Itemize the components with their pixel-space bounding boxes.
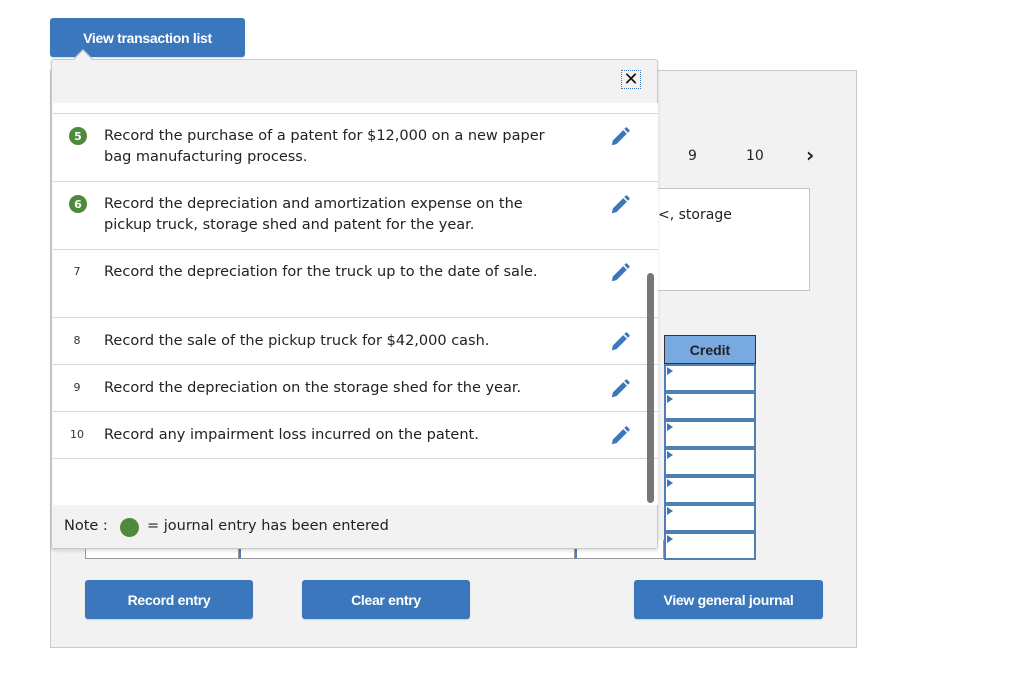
credit-input[interactable] [664, 420, 756, 448]
view-general-journal-button[interactable]: View general journal [634, 580, 823, 619]
cell-marker-icon [667, 395, 673, 403]
popup-pointer-fill [74, 51, 92, 60]
transaction-row[interactable]: 6 Record the depreciation and amortizatio… [53, 182, 658, 250]
note-text: = journal entry has been entered [147, 518, 389, 534]
transaction-text: Record any impairment loss incurred on t… [104, 427, 479, 443]
pencil-icon[interactable] [609, 262, 631, 284]
cell-marker-icon [667, 535, 673, 543]
transaction-row[interactable]: 5 Record the purchase of a patent for $12… [53, 114, 658, 182]
transaction-text: Record the depreciation for the truck up… [104, 264, 538, 280]
transaction-number: 8 [73, 334, 81, 347]
transaction-text: Record the depreciation on the storage s… [104, 380, 522, 396]
chevron-right-icon[interactable]: › [806, 143, 814, 167]
pencil-icon[interactable] [609, 194, 631, 216]
cell-marker-icon [667, 451, 673, 459]
cell-marker-icon [667, 423, 673, 431]
legend-note: Note : = journal entry has been entered [53, 505, 657, 548]
transaction-list-scrollbar[interactable] [647, 273, 654, 503]
transaction-number: 10 [70, 428, 84, 441]
transaction-row[interactable]: 4Record the repairs of $700 to the picku… [53, 103, 658, 114]
pencil-icon[interactable] [609, 425, 631, 447]
entered-badge: 6 [69, 195, 87, 213]
cell-marker-icon [667, 479, 673, 487]
entered-indicator-dot [120, 518, 139, 537]
credit-input[interactable] [664, 504, 756, 532]
cell-marker-icon [667, 367, 673, 375]
transaction-row[interactable]: 8 Record the sale of the pickup truck for… [53, 318, 658, 365]
close-icon[interactable]: ✕ [621, 70, 641, 89]
transaction-description-text: <, storage [658, 207, 732, 223]
clear-entry-button[interactable]: Clear entry [302, 580, 470, 619]
transaction-text: Record the depreciation and amortization… [104, 196, 523, 233]
credit-input[interactable] [664, 476, 756, 504]
credit-input[interactable] [664, 364, 756, 392]
pencil-icon[interactable] [609, 331, 631, 353]
credit-input[interactable] [664, 392, 756, 420]
transaction-text: Record the purchase of a patent for $12,… [104, 128, 545, 165]
transaction-row[interactable]: 9 Record the depreciation on the storage … [53, 365, 658, 412]
transaction-row[interactable]: 10 Record any impairment loss incurred on… [53, 412, 658, 459]
credit-column-header: Credit [664, 335, 756, 364]
entered-badge: 5 [69, 127, 87, 145]
cell-marker-icon [667, 507, 673, 515]
note-label: Note : [64, 518, 108, 534]
transaction-text: Record the sale of the pickup truck for … [104, 333, 490, 349]
pencil-icon[interactable] [609, 378, 631, 400]
transaction-row[interactable]: 7 Record the depreciation for the truck u… [53, 250, 658, 318]
transaction-list: 4Record the repairs of $700 to the picku… [53, 103, 658, 505]
page-9-link[interactable]: 9 [688, 148, 697, 164]
credit-input[interactable] [664, 448, 756, 476]
transaction-number: 9 [73, 381, 81, 394]
pencil-icon[interactable] [609, 126, 631, 148]
page-10-link[interactable]: 10 [746, 148, 764, 164]
credit-input[interactable] [664, 532, 756, 560]
transaction-number: 7 [73, 265, 81, 278]
record-entry-button[interactable]: Record entry [85, 580, 253, 619]
